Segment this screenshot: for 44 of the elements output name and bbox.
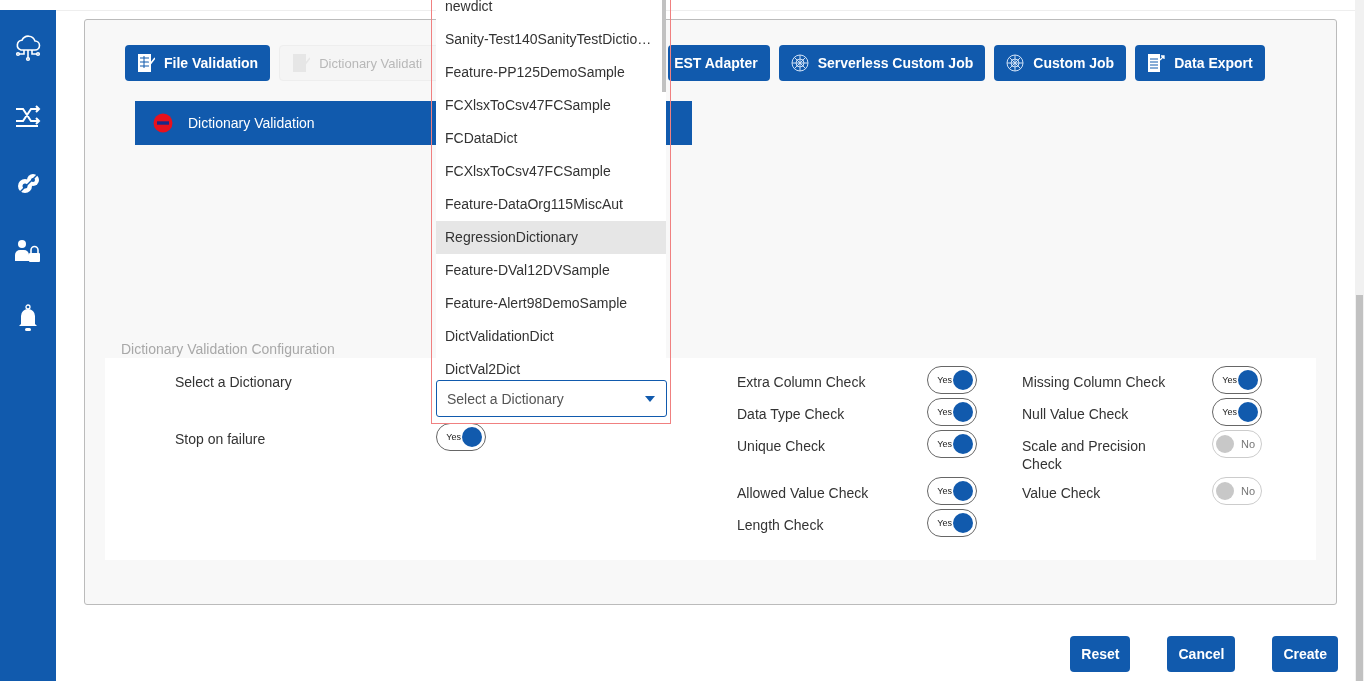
- dropdown-option[interactable]: newdict: [436, 0, 666, 23]
- cloud-network-icon[interactable]: [14, 34, 42, 62]
- user-lock-icon[interactable]: [14, 239, 42, 263]
- job-type-button[interactable]: File Validation: [125, 45, 271, 81]
- check-label: Length Check: [737, 516, 825, 535]
- action-button[interactable]: Create: [1272, 636, 1338, 672]
- bell-icon[interactable]: [17, 304, 39, 332]
- dropdown-option[interactable]: Sanity-Test140SanityTestDictio…: [436, 23, 666, 56]
- dropdown-option[interactable]: DictVal2Dict: [436, 353, 666, 380]
- check-label: Null Value Check: [1022, 405, 1130, 424]
- wheel-icon: [1006, 54, 1025, 72]
- check-label: Data Type Check: [737, 405, 846, 424]
- dropdown-option[interactable]: Feature-PP125DemoSample: [436, 56, 666, 89]
- check-label: Allowed Value Check: [737, 484, 870, 503]
- dropdown-option[interactable]: FCXlsxToCsv47FCSample: [436, 155, 666, 188]
- field-label: Select a Dictionary: [175, 373, 293, 392]
- check-label: Unique Check: [737, 437, 826, 456]
- remove-icon[interactable]: [153, 113, 173, 133]
- selected-job-label: Dictionary Validation: [188, 115, 315, 131]
- dropdown-option[interactable]: Feature-DVal12DVSample: [436, 254, 666, 287]
- section-title: Dictionary Validation Configuration: [120, 341, 336, 358]
- dropdown-option[interactable]: RegressionDictionary: [436, 221, 666, 254]
- job-type-button[interactable]: Custom Job: [994, 45, 1127, 81]
- job-type-button[interactable]: EST Adapter: [668, 45, 770, 81]
- job-type-button[interactable]: Serverless Custom Job: [778, 45, 986, 81]
- dropdown-option[interactable]: Feature-Alert98DemoSample: [436, 287, 666, 320]
- scrollbar-thumb[interactable]: [662, 0, 666, 92]
- check-label: Scale and Precision Check: [1022, 437, 1147, 473]
- spreadsheet-file-icon: [137, 53, 155, 73]
- wheel-icon: [790, 54, 809, 72]
- check-label: Extra Column Check: [737, 373, 867, 392]
- shuffle-icon[interactable]: [14, 103, 42, 129]
- job-type-button[interactable]: Data Export: [1135, 45, 1265, 81]
- dropdown-option[interactable]: Feature-DataOrg115MiscAut: [436, 188, 666, 221]
- action-button[interactable]: Cancel: [1167, 636, 1236, 672]
- check-label: Missing Column Check: [1022, 373, 1167, 392]
- caret-icon: [645, 395, 655, 402]
- field-label: Stop on failure: [175, 430, 267, 449]
- action-button[interactable]: Reset: [1070, 636, 1131, 672]
- dictionary-select[interactable]: Select a Dictionary: [436, 380, 667, 417]
- check-label: Value Check: [1022, 484, 1102, 503]
- scrollbar[interactable]: [1355, 0, 1364, 681]
- dropdown-option[interactable]: DictValidationDict: [436, 320, 666, 353]
- document-export-icon: [1147, 53, 1166, 73]
